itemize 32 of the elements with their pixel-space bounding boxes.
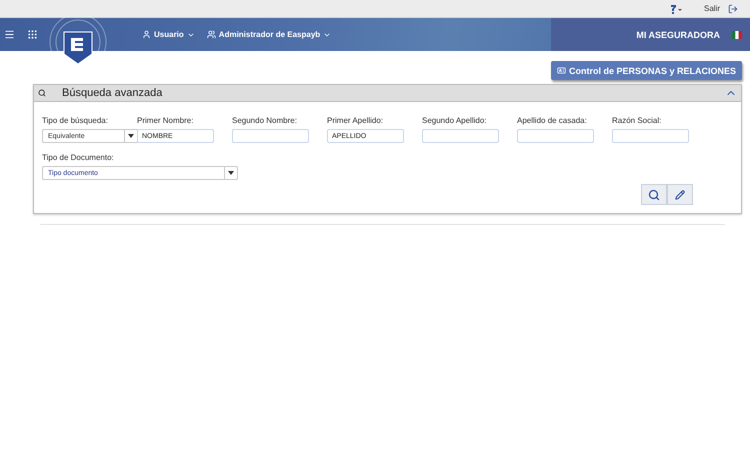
logout-link[interactable]: Salir: [704, 4, 738, 14]
caret-icon: [228, 171, 234, 175]
id-card-icon: [556, 66, 566, 75]
apps-icon[interactable]: [27, 29, 38, 40]
user-icon: [142, 30, 151, 39]
field-label: Apellido de casada:: [517, 116, 588, 125]
field-label: Primer Nombre:: [137, 116, 194, 125]
input-field[interactable]: [517, 129, 594, 143]
header-menu[interactable]: Usuario: [142, 30, 195, 39]
panel-title: Búsqueda avanzada: [62, 87, 162, 99]
field-label: Tipo de Documento:: [42, 153, 115, 162]
input-field[interactable]: [612, 129, 689, 143]
control-button[interactable]: Control de PERSONAS y RELACIONES: [550, 61, 742, 80]
input-field[interactable]: [422, 129, 499, 143]
field-label: Primer Apellido:: [327, 116, 384, 125]
flag-icon: [732, 30, 742, 38]
search-button[interactable]: [641, 184, 667, 205]
menu-icon[interactable]: [4, 29, 15, 40]
field-label: Razón Social:: [612, 116, 662, 125]
search-icon: [38, 89, 46, 97]
input-field[interactable]: [232, 129, 309, 143]
field-label: Segundo Nombre:: [232, 116, 298, 125]
search-icon: [648, 188, 660, 200]
field-label: Segundo Apellido:: [422, 116, 488, 125]
header-menu[interactable]: Administrador de Easpayb: [206, 30, 332, 39]
users-icon: [206, 30, 216, 39]
help-menu-icon[interactable]: [670, 4, 682, 14]
company-name: MI ASEGURADORA: [636, 30, 720, 40]
edit-button[interactable]: [667, 184, 693, 205]
pencil-icon: [675, 190, 685, 200]
field-label: Tipo de búsqueda:: [42, 116, 109, 125]
logout-icon: [728, 4, 738, 14]
